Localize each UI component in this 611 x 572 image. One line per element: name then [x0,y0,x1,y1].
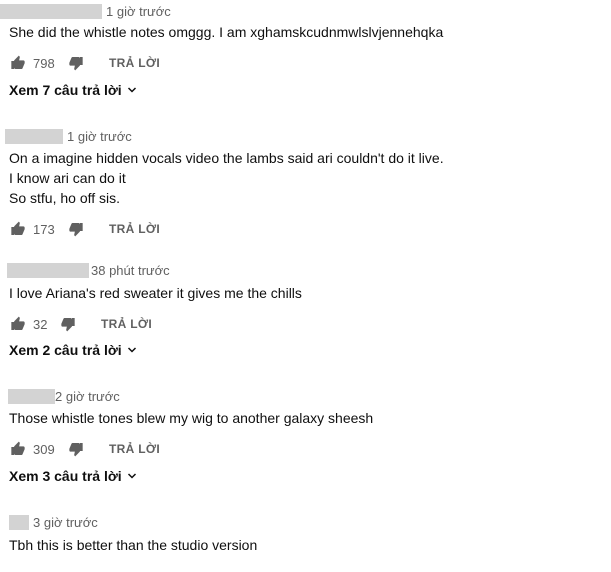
comment-actions: 309 TRẢ LỜI [9,439,160,459]
like-count: 32 [33,316,48,332]
comment-line: I love Ariana's red sweater it gives me … [9,285,302,301]
author-name-redacted[interactable] [7,262,89,278]
like-count: 309 [33,441,55,457]
comment-actions: 173 TRẢ LỜI [9,219,160,239]
thumbs-up-icon[interactable] [9,220,27,238]
like-count: 173 [33,221,55,237]
comment-timestamp[interactable]: 38 phút trước [91,263,170,278]
view-replies-button[interactable]: Xem 7 câu trả lời [9,82,138,98]
comment-line: On a imagine hidden vocals video the lam… [9,150,444,166]
reply-button[interactable]: TRẢ LỜI [101,317,152,331]
thumbs-down-icon[interactable] [67,220,85,238]
chevron-down-icon [127,87,136,93]
comment-line: I know ari can do it [9,170,126,186]
view-replies-button[interactable]: Xem 2 câu trả lời [9,342,138,358]
comment-actions: 798 TRẢ LỜI [9,53,160,73]
view-replies-label: Xem 3 câu trả lời [9,468,122,484]
comment-line: Those whistle tones blew my wig to anoth… [9,410,374,426]
like-count: 798 [33,55,55,71]
chevron-down-icon [127,473,136,479]
thumbs-down-icon[interactable] [59,315,77,333]
comment-timestamp[interactable]: 2 giờ trước [55,389,120,404]
comment-timestamp[interactable]: 1 giờ trước [67,129,132,144]
reply-button[interactable]: TRẢ LỜI [109,442,160,456]
author-name-redacted[interactable] [0,3,102,19]
thumbs-down-icon[interactable] [67,440,85,458]
comment-header: 1 giờ trước [0,127,132,145]
thumbs-down-icon[interactable] [67,54,85,72]
comment-text: I love Ariana's red sweater it gives me … [9,283,302,303]
comment-header: 3 giờ trước [0,513,98,531]
view-replies-button[interactable]: Xem 3 câu trả lời [9,468,138,484]
comment-line: So stfu, ho off sis. [9,190,121,206]
comment-timestamp[interactable]: 1 giờ trước [106,4,171,19]
comment-actions: 32 TRẢ LỜI [9,314,152,334]
comment-timestamp[interactable]: 3 giờ trước [33,515,98,530]
comment-text: Tbh this is better than the studio versi… [9,535,257,555]
comment-line: Tbh this is better than the studio versi… [9,537,258,553]
author-name-redacted[interactable] [5,128,63,144]
thumbs-up-icon[interactable] [9,440,27,458]
comment-header: 38 phút trước [0,261,170,279]
comment-text: On a imagine hidden vocals video the lam… [9,148,444,208]
comment-line: She did the whistle notes omggg. I am xg… [9,24,444,40]
comment-header: 1 giờ trước [0,2,171,20]
author-name-redacted[interactable] [9,514,29,530]
reply-button[interactable]: TRẢ LỜI [109,222,160,236]
thumbs-up-icon[interactable] [9,315,27,333]
thumbs-up-icon[interactable] [9,54,27,72]
author-name-redacted[interactable] [8,388,55,404]
comment-text: She did the whistle notes omggg. I am xg… [9,22,443,42]
view-replies-label: Xem 7 câu trả lời [9,82,122,98]
comment-text: Those whistle tones blew my wig to anoth… [9,408,373,428]
view-replies-label: Xem 2 câu trả lời [9,342,122,358]
comment-header: 2 giờ trước [0,387,120,405]
reply-button[interactable]: TRẢ LỜI [109,56,160,70]
chevron-down-icon [127,347,136,353]
